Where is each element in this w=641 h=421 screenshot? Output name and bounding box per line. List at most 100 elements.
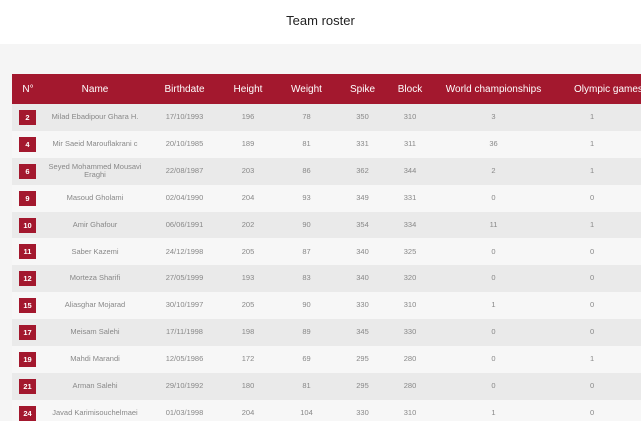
table-row[interactable]: 4 Mir Saeid Marouflakrani c 20/10/1985 189 8…	[12, 130, 641, 158]
table-row[interactable]: 12 Morteza Sharifi 27/05/1999 193 83 340 320 0 0	[12, 265, 641, 293]
player-olympic-games: 0	[552, 184, 641, 212]
player-birthdate: 20/10/1985	[146, 130, 223, 158]
player-block: 325	[385, 238, 435, 266]
player-height: 202	[223, 211, 273, 239]
player-height: 205	[223, 292, 273, 320]
column-header-spike[interactable]: Spike	[340, 74, 385, 104]
player-spike: 330	[340, 292, 385, 320]
player-birthdate: 17/11/1998	[146, 319, 223, 347]
table-row[interactable]: 9 Masoud Gholami 02/04/1990 204 93 349 331 0 0	[12, 184, 641, 212]
player-block: 320	[385, 265, 435, 293]
player-world-championships: 0	[435, 346, 552, 373]
table-header-row: N° Name Birthdate Height Weight Spike Bl…	[12, 74, 641, 104]
roster-table-container[interactable]: N° Name Birthdate Height Weight Spike Bl…	[12, 74, 641, 421]
column-header-block[interactable]: Block	[385, 74, 435, 104]
column-header-birthdate[interactable]: Birthdate	[146, 74, 223, 104]
player-height: 193	[223, 265, 273, 293]
player-name: Milad Ebadipour Ghara H.	[44, 104, 146, 131]
player-spike: 362	[340, 157, 385, 185]
player-number-cell: 21	[12, 372, 44, 400]
player-weight: 93	[273, 184, 340, 212]
player-number-cell: 9	[12, 184, 44, 212]
player-name: Amir Ghafour	[44, 211, 146, 239]
player-number-badge: 9	[19, 190, 36, 206]
player-weight: 81	[273, 130, 340, 158]
player-olympic-games: 0	[552, 238, 641, 266]
player-number-badge: 10	[19, 217, 36, 233]
player-number-badge: 19	[19, 351, 36, 367]
player-height: 203	[223, 157, 273, 185]
column-header-weight[interactable]: Weight	[273, 74, 340, 104]
column-header-height[interactable]: Height	[223, 74, 273, 104]
table-row[interactable]: 15 Aliasghar Mojarad 30/10/1997 205 90 330 310…	[12, 292, 641, 320]
player-weight: 87	[273, 238, 340, 266]
player-number-badge: 21	[19, 378, 36, 394]
player-number-cell: 4	[12, 130, 44, 158]
player-block: 310	[385, 292, 435, 320]
player-weight: 69	[273, 346, 340, 373]
player-height: 205	[223, 238, 273, 266]
player-block: 310	[385, 104, 435, 131]
column-header-olympic-games[interactable]: Olympic games	[552, 74, 641, 104]
player-number-badge: 6	[19, 163, 36, 179]
player-number-badge: 15	[19, 298, 36, 314]
player-spike: 349	[340, 184, 385, 212]
player-name: Mir Saeid Marouflakrani c	[44, 130, 146, 158]
player-olympic-games: 1	[552, 211, 641, 239]
table-row[interactable]: 21 Arman Salehi 29/10/1992 180 81 295 280 0 0	[12, 372, 641, 400]
column-header-number[interactable]: N°	[12, 74, 44, 104]
table-row[interactable]: 24 Javad Karimisouchelmaei 01/03/1998 204 10…	[12, 399, 641, 421]
player-spike: 340	[340, 238, 385, 266]
player-number-badge: 11	[19, 244, 36, 260]
player-number-cell: 24	[12, 399, 44, 421]
player-height: 204	[223, 184, 273, 212]
player-name: Saber Kazemi	[44, 238, 146, 266]
player-name: Morteza Sharifi	[44, 265, 146, 293]
player-weight: 90	[273, 292, 340, 320]
player-olympic-games: 0	[552, 372, 641, 400]
player-name: Arman Salehi	[44, 372, 146, 400]
player-birthdate: 24/12/1998	[146, 238, 223, 266]
player-height: 180	[223, 372, 273, 400]
player-number-cell: 15	[12, 292, 44, 320]
table-row[interactable]: 19 Mahdi Marandi 12/05/1986 172 69 295 280 0 1	[12, 346, 641, 373]
player-number-cell: 19	[12, 346, 44, 373]
player-number-cell: 11	[12, 238, 44, 266]
column-header-name[interactable]: Name	[44, 74, 146, 104]
player-olympic-games: 1	[552, 346, 641, 373]
player-number-cell: 2	[12, 104, 44, 131]
table-row[interactable]: 6 Seyed Mohammed Mousavi Eraghi 22/08/1987…	[12, 157, 641, 185]
player-world-championships: 2	[435, 157, 552, 185]
player-world-championships: 0	[435, 319, 552, 347]
player-height: 196	[223, 104, 273, 131]
player-name: Masoud Gholami	[44, 184, 146, 212]
player-number-cell: 17	[12, 319, 44, 347]
player-weight: 104	[273, 399, 340, 421]
column-header-world-championships[interactable]: World championships	[435, 74, 552, 104]
player-olympic-games: 0	[552, 292, 641, 320]
player-block: 280	[385, 372, 435, 400]
player-weight: 83	[273, 265, 340, 293]
player-olympic-games: 1	[552, 130, 641, 158]
player-birthdate: 12/05/1986	[146, 346, 223, 373]
player-weight: 78	[273, 104, 340, 131]
player-birthdate: 27/05/1999	[146, 265, 223, 293]
player-spike: 354	[340, 211, 385, 239]
table-row[interactable]: 17 Meisam Salehi 17/11/1998 198 89 345 330 0 0	[12, 319, 641, 347]
player-birthdate: 22/08/1987	[146, 157, 223, 185]
player-number-cell: 6	[12, 157, 44, 185]
table-row[interactable]: 11 Saber Kazemi 24/12/1998 205 87 340 325 0 0	[12, 238, 641, 266]
player-spike: 331	[340, 130, 385, 158]
table-row[interactable]: 2 Milad Ebadipour Ghara H. 17/10/1993 196 78…	[12, 104, 641, 131]
table-row[interactable]: 10 Amir Ghafour 06/06/1991 202 90 354 334 11 1	[12, 211, 641, 239]
player-block: 344	[385, 157, 435, 185]
roster-table: N° Name Birthdate Height Weight Spike Bl…	[12, 74, 641, 421]
player-world-championships: 0	[435, 265, 552, 293]
player-world-championships: 0	[435, 238, 552, 266]
player-number-badge: 17	[19, 325, 36, 341]
player-world-championships: 11	[435, 211, 552, 239]
player-olympic-games: 1	[552, 104, 641, 131]
player-name: Meisam Salehi	[44, 319, 146, 347]
player-world-championships: 36	[435, 130, 552, 158]
page-title: Team roster	[286, 13, 355, 28]
